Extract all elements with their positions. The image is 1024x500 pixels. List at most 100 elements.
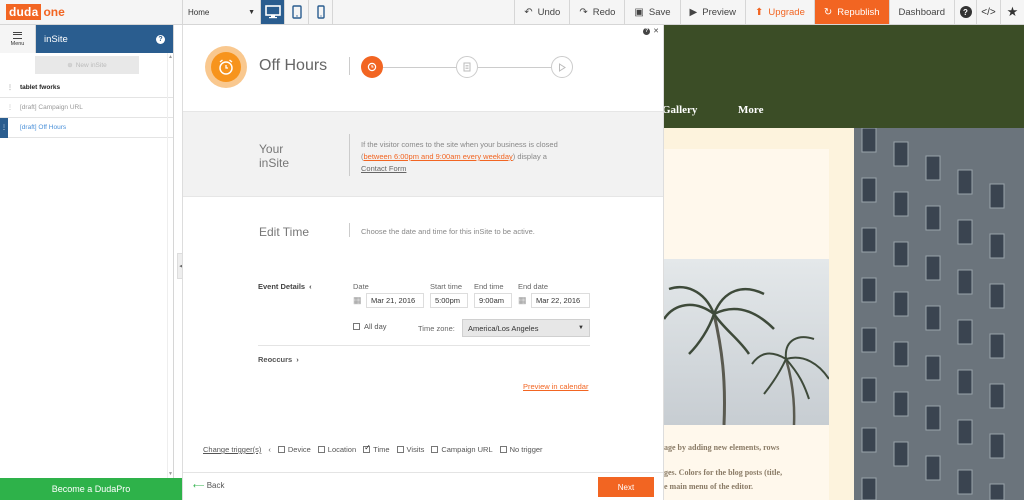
- mobile-view-button[interactable]: [309, 0, 333, 24]
- desktop-view-button[interactable]: [261, 0, 285, 24]
- trigger-visits[interactable]: Visits: [396, 445, 425, 454]
- undo-button[interactable]: ↶ Undo: [514, 0, 569, 24]
- trigger-label: Time: [373, 445, 390, 454]
- checkbox-box[interactable]: [431, 446, 439, 453]
- step-time[interactable]: [361, 56, 383, 78]
- upgrade-label: Upgrade: [768, 6, 805, 18]
- reoccurs-toggle[interactable]: Reoccurs ›: [258, 355, 299, 364]
- trigger-time[interactable]: Time: [363, 443, 390, 454]
- date-input[interactable]: Mar 21, 2016: [366, 293, 424, 308]
- reoccurs-label: Reoccurs: [258, 355, 293, 364]
- nav-more[interactable]: More: [738, 104, 763, 116]
- dashboard-button[interactable]: Dashboard: [888, 0, 954, 24]
- start-time-label: Start time: [430, 282, 463, 291]
- preview-button[interactable]: ▶ Preview: [679, 0, 746, 24]
- insite-panel: Menu inSite ? ⊕ New inSite ⋮ tablet fwor…: [0, 25, 174, 500]
- step-content[interactable]: [456, 56, 478, 78]
- trigger-label: Device: [287, 445, 311, 454]
- end-date-input[interactable]: Mar 22, 2016: [531, 293, 590, 308]
- timezone-select[interactable]: America/Los Angeles ▼: [462, 319, 590, 337]
- list-item-label: [draft] Campaign URL: [20, 104, 83, 111]
- close-icon[interactable]: ✕: [653, 27, 659, 35]
- chevron-left-icon: ‹: [309, 282, 312, 291]
- end-time-input[interactable]: 9:00am: [474, 293, 512, 308]
- edit-time-description: Choose the date and time for this inSite…: [361, 227, 535, 236]
- tablet-view-button[interactable]: [285, 0, 309, 24]
- step-connector: [478, 67, 551, 68]
- next-button[interactable]: Next: [598, 477, 654, 497]
- save-label: Save: [648, 6, 671, 18]
- drag-handle-icon[interactable]: ⋮: [0, 104, 20, 111]
- help-icon: ?: [959, 6, 972, 18]
- undo-icon: ↶: [524, 6, 533, 18]
- menu-button[interactable]: Menu: [0, 25, 36, 53]
- wizard-footer: ⟵ Back Next: [183, 472, 663, 500]
- hamburger-icon: [13, 31, 22, 39]
- step-preview[interactable]: [551, 56, 573, 78]
- trigger-device[interactable]: Device: [277, 445, 311, 454]
- checkbox-box-checked[interactable]: [363, 443, 371, 453]
- save-button[interactable]: ▣ Save: [624, 0, 679, 24]
- alarm-clock-badge: [205, 46, 247, 88]
- help-icon[interactable]: ?: [156, 34, 165, 44]
- list-item[interactable]: ⋮ tablet fworks: [0, 78, 173, 98]
- scroll-down-icon[interactable]: ▼: [168, 471, 173, 477]
- checkbox-box[interactable]: [277, 446, 285, 453]
- preview-content: age by adding new elements, rows ges. Co…: [664, 128, 854, 500]
- panel-scrollbar[interactable]: ▲ ▼: [167, 53, 173, 478]
- favorites-button[interactable]: ★: [1000, 0, 1024, 24]
- preview-in-calendar-link[interactable]: Preview in calendar: [523, 382, 588, 391]
- help-icon[interactable]: ?: [643, 27, 651, 35]
- your-insite-label: Your inSite: [259, 142, 289, 170]
- start-time-input[interactable]: 5:00pm: [430, 293, 468, 308]
- republish-button[interactable]: ↻ Republish: [813, 0, 889, 24]
- panel-title-text: inSite: [44, 33, 68, 45]
- calendar-icon[interactable]: ▦: [518, 295, 527, 306]
- trigger-none[interactable]: No trigger: [499, 445, 543, 454]
- trigger-location[interactable]: Location: [317, 445, 356, 454]
- all-day-checkbox[interactable]: All day: [353, 322, 387, 331]
- help-button[interactable]: ?: [954, 0, 976, 24]
- calendar-icon[interactable]: ▦: [353, 295, 362, 306]
- end-date-label: End date: [518, 282, 549, 291]
- wizard-header: ? ✕ Off Hours: [183, 25, 663, 111]
- list-item[interactable]: ⋮ [draft] Campaign URL: [0, 98, 173, 118]
- section-divider: [349, 134, 350, 176]
- drag-handle-icon[interactable]: ⋮: [0, 117, 8, 138]
- checkbox-box[interactable]: [317, 446, 325, 453]
- page-selector[interactable]: Home ▼: [183, 0, 261, 24]
- upgrade-button[interactable]: ⬆ Upgrade: [745, 0, 814, 24]
- checkbox-box[interactable]: [396, 446, 404, 453]
- event-details-label: Event Details: [258, 282, 306, 291]
- change-triggers-link[interactable]: Change trigger(s): [203, 445, 261, 454]
- logo-suffix: one: [43, 5, 65, 19]
- trigger-campaign-url[interactable]: Campaign URL: [431, 445, 493, 454]
- new-insite-button[interactable]: ⊕ New inSite: [35, 56, 139, 74]
- contact-form-link[interactable]: Contact Form: [361, 164, 406, 173]
- checkbox-box[interactable]: [353, 323, 360, 330]
- panel-title: inSite ?: [36, 25, 173, 53]
- schedule-link[interactable]: between 6:00pm and 9:00am every weekday: [364, 152, 513, 161]
- back-button[interactable]: ⟵ Back: [193, 481, 225, 490]
- scroll-up-icon[interactable]: ▲: [168, 54, 173, 60]
- site-preview: Gallery More age by adding new elements,…: [664, 25, 1024, 500]
- redo-label: Redo: [592, 6, 616, 18]
- divider: [258, 345, 590, 346]
- become-dudapro-button[interactable]: Become a DudaPro: [0, 478, 182, 500]
- upgrade-arrow-icon: ⬆: [755, 6, 764, 18]
- code-editor-button[interactable]: </>: [976, 0, 1000, 24]
- building-icon: [854, 128, 1024, 500]
- menu-label: Menu: [10, 40, 25, 47]
- drag-handle-icon[interactable]: ⋮: [0, 84, 20, 91]
- trigger-label: Visits: [406, 445, 425, 454]
- checkbox-box[interactable]: [499, 446, 507, 453]
- timezone-label: Time zone:: [418, 324, 455, 333]
- body-text-line: ges. Colors for the blog posts (title,: [664, 468, 783, 477]
- dudaone-logo[interactable]: duda one: [0, 0, 183, 24]
- list-item-active[interactable]: ⋮ [draft] Off Hours: [0, 117, 173, 138]
- event-details-toggle[interactable]: Event Details ‹: [258, 282, 312, 291]
- document-icon: [463, 62, 471, 72]
- nav-gallery[interactable]: Gallery: [664, 104, 697, 116]
- arrow-left-icon: ⟵: [193, 481, 205, 490]
- redo-button[interactable]: ↷ Redo: [569, 0, 624, 24]
